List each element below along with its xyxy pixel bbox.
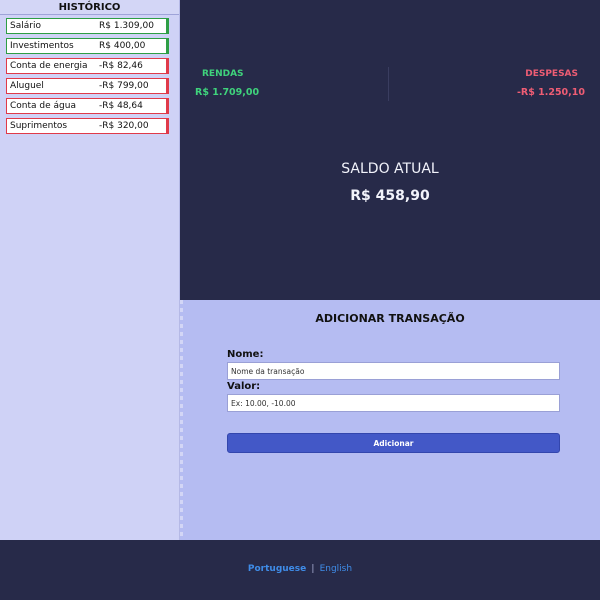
expense-label: DESPESAS: [525, 69, 578, 79]
history-item-value: -R$ 48,64: [99, 101, 143, 111]
balance-title: SALDO ATUAL: [341, 161, 439, 177]
footer: Portuguese | English: [0, 540, 600, 600]
add-transaction-button[interactable]: Adicionar: [227, 433, 560, 453]
history-item-value: -R$ 799,00: [99, 81, 149, 91]
value-label: Valor:: [227, 381, 261, 392]
language-english-link[interactable]: English: [320, 564, 353, 574]
summary-panel: RENDAS R$ 1.709,00 DESPESAS -R$ 1.250,10…: [180, 0, 600, 303]
expense-total: -R$ 1.250,10: [516, 87, 585, 98]
language-portuguese-link[interactable]: Portuguese: [248, 564, 306, 574]
history-item: Suprimentos -R$ 320,00: [6, 118, 169, 134]
language-switcher: Portuguese | English: [0, 564, 600, 574]
income-label: RENDAS: [202, 69, 244, 79]
balance-amount: R$ 458,90: [350, 188, 430, 204]
history-item-value: R$ 400,00: [99, 41, 146, 51]
history-item-value: -R$ 320,00: [99, 121, 149, 131]
history-list: Salário R$ 1.309,00 Investimentos R$ 400,00…: [0, 15, 179, 134]
name-label: Nome:: [227, 349, 264, 360]
form-border-decoration: [180, 300, 183, 540]
history-item-value: -R$ 82,46: [99, 61, 143, 71]
history-item-name: Conta de água: [10, 101, 76, 111]
history-item: Conta de energia -R$ 82,46: [6, 58, 169, 74]
history-item-value: R$ 1.309,00: [99, 21, 154, 31]
history-item-name: Aluguel: [10, 81, 44, 91]
transaction-value-input[interactable]: [227, 394, 560, 412]
history-sidebar: HISTÓRICO Salário R$ 1.309,00 Investimento…: [0, 0, 180, 540]
history-item: Salário R$ 1.309,00: [6, 18, 169, 34]
history-item-name: Suprimentos: [10, 121, 68, 131]
history-item-name: Salário: [10, 21, 41, 31]
history-item: Conta de água -R$ 48,64: [6, 98, 169, 114]
add-transaction-form: ADICIONAR TRANSAÇÃO Nome: Valor: Adicion…: [180, 300, 600, 540]
language-separator: |: [311, 564, 315, 574]
summary-divider: [388, 67, 389, 101]
form-title: ADICIONAR TRANSAÇÃO: [315, 312, 465, 325]
income-total: R$ 1.709,00: [195, 87, 260, 98]
history-item-name: Investimentos: [10, 41, 74, 51]
history-item: Investimentos R$ 400,00: [6, 38, 169, 54]
transaction-name-input[interactable]: [227, 362, 560, 380]
history-title: HISTÓRICO: [0, 0, 179, 15]
history-item: Aluguel -R$ 799,00: [6, 78, 169, 94]
history-item-name: Conta de energia: [10, 61, 88, 71]
